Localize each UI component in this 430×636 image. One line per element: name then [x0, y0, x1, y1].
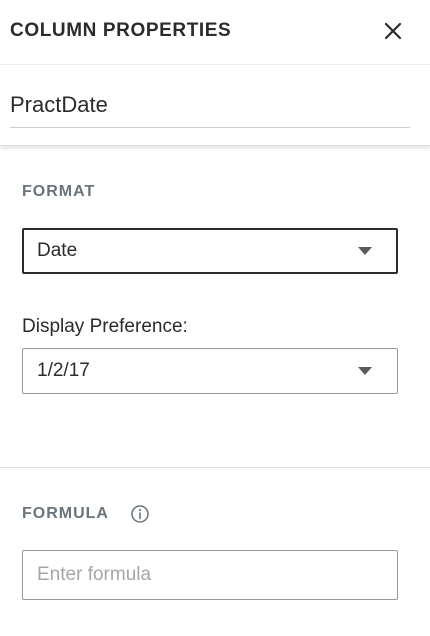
chevron-down-icon	[358, 247, 372, 255]
display-preference-select[interactable]: 1/2/17	[22, 348, 398, 394]
format-select[interactable]: Date	[22, 228, 398, 274]
formula-input[interactable]	[22, 550, 398, 600]
section-divider	[0, 467, 430, 468]
column-name-section	[0, 65, 430, 146]
column-properties-panel: COLUMN PROPERTIES FORMAT Date Display Pr…	[0, 0, 430, 636]
format-select-value: Date	[37, 240, 78, 261]
display-preference-label: Display Preference:	[22, 316, 188, 337]
column-name-input[interactable]	[10, 83, 410, 128]
info-icon	[131, 505, 149, 523]
formula-section-label: FORMULA	[22, 505, 109, 522]
format-section-label: FORMAT	[22, 183, 96, 200]
close-button[interactable]	[378, 16, 408, 46]
panel-title: COLUMN PROPERTIES	[10, 20, 232, 41]
chevron-down-icon	[358, 367, 372, 375]
close-icon	[384, 22, 402, 40]
info-button[interactable]	[130, 504, 150, 524]
panel-header: COLUMN PROPERTIES	[0, 0, 430, 65]
display-preference-value: 1/2/17	[37, 360, 90, 381]
